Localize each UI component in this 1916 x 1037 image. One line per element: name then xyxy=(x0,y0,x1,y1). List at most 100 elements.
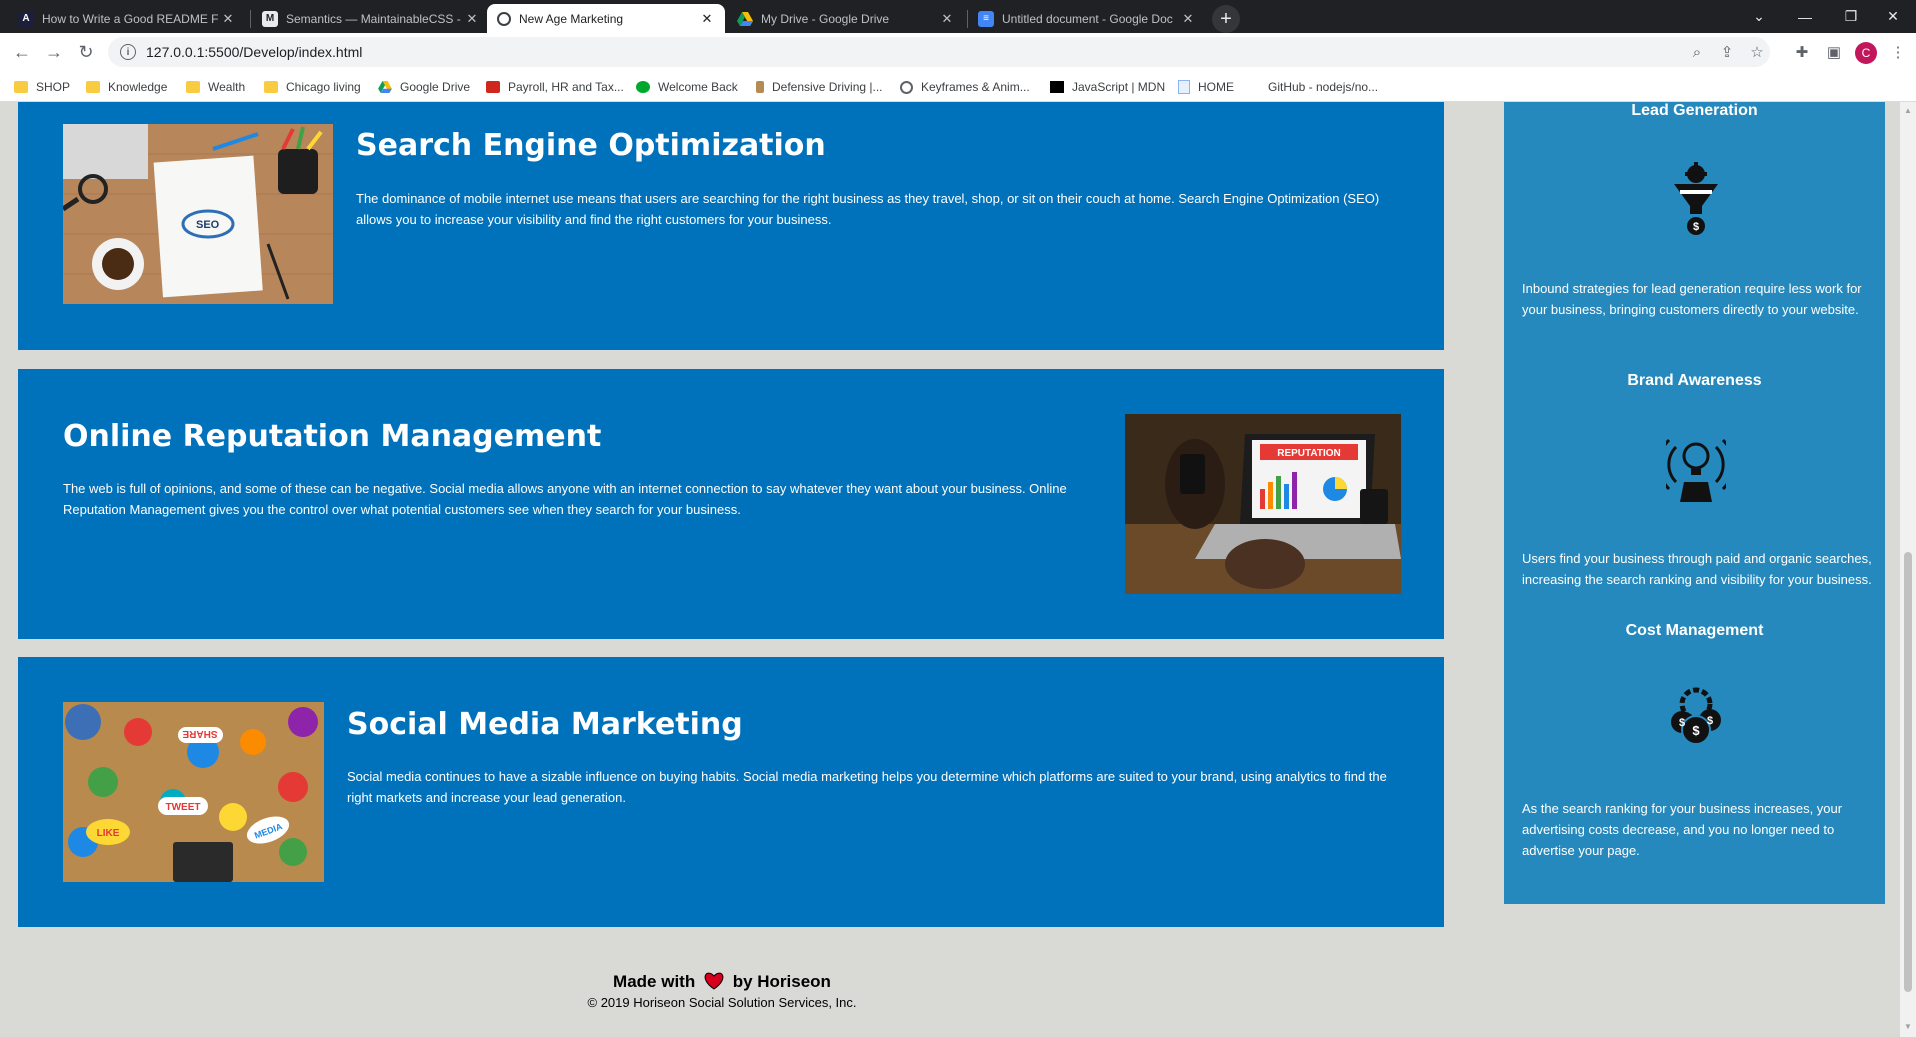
bookmark-label: Wealth xyxy=(208,80,246,94)
close-icon[interactable]: ✕ xyxy=(699,11,715,27)
close-icon[interactable]: ✕ xyxy=(939,11,955,27)
svg-text:$: $ xyxy=(1679,717,1685,729)
cost-gear-coins-icon: $ $ $ xyxy=(1666,682,1726,758)
benefit-description: Inbound strategies for lead generation r… xyxy=(1522,281,1862,317)
bookmark-google-drive[interactable]: Google Drive xyxy=(378,77,470,97)
bookmark-defensive-driving[interactable]: Defensive Driving |... xyxy=(756,77,883,97)
avatar[interactable]: C xyxy=(1855,42,1877,64)
svg-text:$: $ xyxy=(1693,221,1699,233)
scroll-up-icon[interactable]: ▲ xyxy=(1903,106,1913,116)
tab-title: Untitled document - Google Doc xyxy=(1002,11,1173,26)
bookmark-welcome-back[interactable]: Welcome Back xyxy=(636,77,738,97)
browser-tab-bar: A How to Write a Good README F ✕ M Seman… xyxy=(0,0,1916,33)
benefits-sidebar: Lead Generation $ Inbound strategies for… xyxy=(1504,102,1885,904)
minimize-button[interactable]: — xyxy=(1782,0,1828,33)
folder-icon xyxy=(14,81,28,93)
zoom-icon[interactable]: ⌕ xyxy=(1686,41,1708,63)
blank-icon xyxy=(1256,81,1260,93)
made-with-text: Made with xyxy=(613,972,696,991)
service-title: Search Engine Optimization xyxy=(356,128,826,163)
bookmark-label: HOME xyxy=(1198,80,1234,94)
reputation-label: REPUTATION xyxy=(1277,448,1341,459)
bookmarks-bar: SHOP Knowledge Wealth Chicago living Goo… xyxy=(0,71,1916,102)
bookmark-label: Welcome Back xyxy=(658,80,738,94)
info-icon[interactable]: i xyxy=(120,44,136,60)
bottle-icon xyxy=(756,81,764,93)
tab-title: How to Write a Good README F xyxy=(42,11,219,26)
close-icon[interactable]: ✕ xyxy=(1180,11,1196,27)
tab-semantics[interactable]: M Semantics — MaintainableCSS - ✕ xyxy=(252,4,490,33)
svg-text:$: $ xyxy=(1692,723,1700,738)
reputation-laptop-image: REPUTATION xyxy=(1125,414,1401,594)
close-window-button[interactable]: ✕ xyxy=(1870,0,1916,33)
service-title: Social Media Marketing xyxy=(347,707,743,742)
menu-icon[interactable]: ⋮ xyxy=(1886,40,1910,64)
bookmark-label: GitHub - nodejs/no... xyxy=(1268,80,1379,94)
bookmark-chicago-living[interactable]: Chicago living xyxy=(264,77,361,97)
bookmark-github-nodejs[interactable]: GitHub - nodejs/no... xyxy=(1256,77,1378,97)
share-icon[interactable]: ⇪ xyxy=(1716,41,1738,63)
scroll-down-icon[interactable]: ▼ xyxy=(1903,1022,1913,1032)
bookmark-knowledge[interactable]: Knowledge xyxy=(86,77,167,97)
tab-new-age-marketing[interactable]: New Age Marketing ✕ xyxy=(487,4,725,33)
close-icon[interactable]: ✕ xyxy=(464,11,480,27)
svg-text:$: $ xyxy=(1707,715,1713,727)
close-icon[interactable]: ✕ xyxy=(220,11,236,27)
url-text: 127.0.0.1:5500/Develop/index.html xyxy=(146,44,363,60)
address-bar[interactable]: i 127.0.0.1:5500/Develop/index.html ⌕ ⇪ … xyxy=(108,37,1770,67)
tab-search-icon[interactable]: ⌄ xyxy=(1736,0,1782,33)
vertical-scrollbar[interactable]: ▲ ▼ xyxy=(1900,102,1916,1037)
globe-icon xyxy=(900,80,913,94)
browser-toolbar: ← → ↻ i 127.0.0.1:5500/Develop/index.htm… xyxy=(0,33,1916,71)
bookmark-home[interactable]: HOME xyxy=(1178,77,1234,97)
benefit-title: Lead Generation xyxy=(1631,102,1758,119)
tab-google-docs[interactable]: ≡ Untitled document - Google Doc ✕ xyxy=(968,4,1206,33)
bookmark-star-icon[interactable]: ☆ xyxy=(1746,41,1768,63)
scrollbar-thumb[interactable] xyxy=(1904,552,1912,992)
tab-divider xyxy=(250,10,251,28)
benefit-title: Brand Awareness xyxy=(1627,372,1762,389)
bookmark-label: JavaScript | MDN xyxy=(1072,80,1166,94)
adp-icon xyxy=(486,81,500,93)
service-description: The dominance of mobile internet use mea… xyxy=(356,191,1380,227)
globe-icon xyxy=(497,11,511,26)
page-icon xyxy=(1178,80,1190,94)
extensions-icon[interactable]: ✚ xyxy=(1790,40,1814,64)
evernote-icon xyxy=(636,81,650,93)
heart-icon xyxy=(704,972,724,990)
bookmark-label: SHOP xyxy=(36,80,71,94)
like-label: LIKE xyxy=(97,828,120,839)
side-panel-icon[interactable]: ▣ xyxy=(1822,40,1846,64)
page-footer: Made with by Horiseon © 2019 Horiseon So… xyxy=(0,972,1444,1010)
footer-copyright: © 2019 Horiseon Social Solution Services… xyxy=(587,995,857,1010)
tab-title: New Age Marketing xyxy=(519,11,624,26)
a-icon: A xyxy=(18,10,34,27)
folder-icon xyxy=(86,81,100,93)
lead-funnel-icon: $ xyxy=(1666,162,1726,238)
bookmark-label: Chicago living xyxy=(286,80,361,94)
service-title: Online Reputation Management xyxy=(63,419,602,454)
bookmark-shop[interactable]: SHOP xyxy=(14,77,70,97)
new-tab-button[interactable]: + xyxy=(1212,5,1240,33)
share-label: SHARE xyxy=(182,728,217,739)
tweet-label: TWEET xyxy=(166,802,201,813)
benefit-description: Users find your business through paid an… xyxy=(1522,551,1872,587)
svg-text:SEO: SEO xyxy=(196,219,220,231)
bookmark-wealth[interactable]: Wealth xyxy=(186,77,245,97)
restore-button[interactable]: ❐ xyxy=(1828,0,1874,33)
tab-google-drive[interactable]: My Drive - Google Drive ✕ xyxy=(727,4,965,33)
reload-button[interactable]: ↻ xyxy=(72,38,100,66)
tab-readme[interactable]: A How to Write a Good README F ✕ xyxy=(8,4,246,33)
mdn-icon xyxy=(1050,81,1064,93)
page-viewport: SEO Search Engine Optimization The domin… xyxy=(0,102,1900,1037)
bookmark-label: Google Drive xyxy=(400,80,471,94)
back-button[interactable]: ← xyxy=(8,38,36,66)
bookmark-javascript-mdn[interactable]: JavaScript | MDN xyxy=(1050,77,1165,97)
bookmark-keyframes[interactable]: Keyframes & Anim... xyxy=(900,77,1030,97)
drive-icon xyxy=(378,81,392,93)
service-card-seo: SEO Search Engine Optimization The domin… xyxy=(18,102,1444,350)
bookmark-payroll[interactable]: Payroll, HR and Tax... xyxy=(486,77,624,97)
by-horiseon-text: by Horiseon xyxy=(732,972,831,991)
footer-made-with: Made with by Horiseon xyxy=(0,972,1444,992)
forward-button[interactable]: → xyxy=(40,38,68,66)
